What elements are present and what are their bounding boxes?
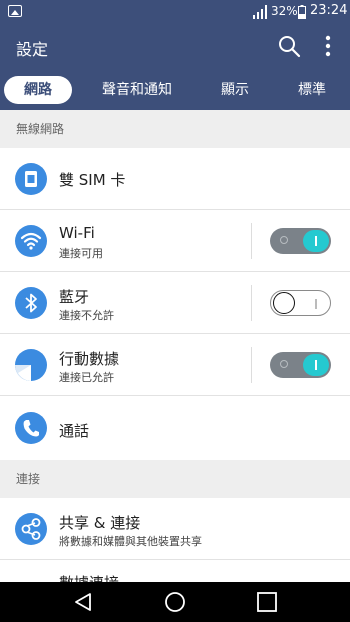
mobile-data-icon bbox=[15, 349, 47, 381]
tab-sound-notification[interactable]: 聲音和通知 bbox=[90, 76, 184, 104]
wifi-toggle[interactable] bbox=[270, 228, 331, 254]
list-item-call[interactable]: 通話 bbox=[0, 396, 350, 460]
tab-general[interactable]: 標準 bbox=[282, 76, 342, 104]
bluetooth-toggle[interactable] bbox=[270, 290, 331, 316]
image-icon bbox=[8, 5, 22, 17]
list-item-bluetooth[interactable]: 藍牙 連接不允許 bbox=[0, 272, 350, 334]
list-item-share-connect[interactable]: 共享 & 連接 將數據和媒體與其他裝置共享 bbox=[0, 498, 350, 560]
recents-icon[interactable] bbox=[256, 591, 278, 613]
dual-sim-label: 雙 SIM 卡 bbox=[59, 171, 126, 189]
tab-network[interactable]: 網路 bbox=[4, 76, 72, 104]
mobile-data-status: 連接已允許 bbox=[59, 371, 114, 384]
app-bar: 設定 網路 聲音和通知 顯示 標準 bbox=[0, 24, 350, 110]
search-icon[interactable] bbox=[277, 34, 301, 58]
status-bar: 32% 23:24 bbox=[0, 0, 350, 24]
battery-icon bbox=[298, 5, 306, 19]
bluetooth-icon bbox=[15, 287, 47, 319]
list-item-wifi[interactable]: Wi-Fi 連接可用 bbox=[0, 210, 350, 272]
share-connect-description: 將數據和媒體與其他裝置共享 bbox=[59, 535, 202, 548]
mobile-data-toggle[interactable] bbox=[270, 352, 331, 378]
tab-bar: 網路 聲音和通知 顯示 標準 bbox=[0, 72, 350, 106]
wifi-label: Wi-Fi bbox=[59, 224, 95, 242]
navigation-bar bbox=[0, 582, 350, 622]
more-vert-icon[interactable] bbox=[318, 34, 338, 58]
list-item-mobile-data[interactable]: 行動數據 連接已允許 bbox=[0, 334, 350, 396]
tab-display[interactable]: 顯示 bbox=[205, 76, 265, 104]
home-icon[interactable] bbox=[164, 591, 186, 613]
mobile-data-label: 行動數據 bbox=[59, 350, 120, 368]
call-label: 通話 bbox=[59, 422, 90, 440]
battery-percent: 32% bbox=[271, 4, 298, 18]
signal-icon bbox=[253, 5, 267, 19]
clock: 23:24 bbox=[310, 3, 348, 18]
share-icon bbox=[15, 513, 47, 545]
page-title: 設定 bbox=[16, 40, 49, 59]
sim-card-icon bbox=[15, 163, 47, 195]
bluetooth-status: 連接不允許 bbox=[59, 309, 114, 322]
list-item-dual-sim[interactable]: 雙 SIM 卡 bbox=[0, 148, 350, 210]
wifi-status: 連接可用 bbox=[59, 247, 103, 260]
wifi-icon bbox=[15, 225, 47, 257]
tethering-label: 數據連接 bbox=[59, 572, 119, 582]
bluetooth-label: 藍牙 bbox=[59, 288, 90, 306]
back-icon[interactable] bbox=[72, 591, 94, 613]
section-header-wireless: 無線網路 bbox=[0, 110, 350, 148]
list-item-tethering[interactable]: 數據連接 bbox=[0, 560, 350, 582]
phone-icon bbox=[15, 412, 47, 444]
share-connect-label: 共享 & 連接 bbox=[59, 514, 141, 532]
section-header-connections: 連接 bbox=[0, 460, 350, 498]
